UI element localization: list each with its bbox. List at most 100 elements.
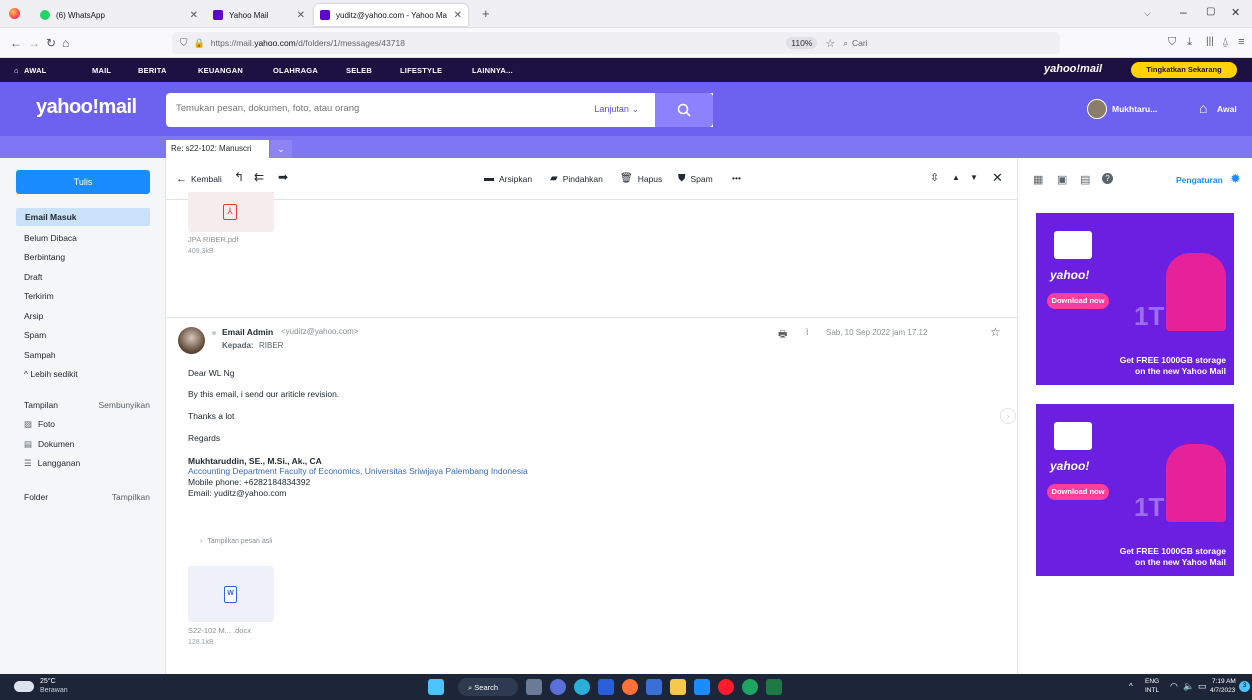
yahoo-mail-logo[interactable]: yahoo!mail (36, 96, 137, 119)
battery-icon[interactable]: ▭ (1198, 681, 1207, 692)
sidebar-item-photos[interactable]: ▨ Foto (16, 415, 150, 433)
wifi-icon[interactable]: ◠ (1170, 681, 1178, 692)
address-bar[interactable]: ⛉ 🔒 https://mail. yahoo.com/d/folders/1/m… (172, 32, 1060, 54)
help-icon[interactable]: ? (1102, 173, 1113, 184)
mail-app-icon[interactable] (694, 679, 710, 695)
nav-item-mail[interactable]: MAIL (92, 66, 111, 75)
recipient[interactable]: RIBER (259, 341, 283, 350)
user-name[interactable]: Mukhtaru... (1112, 104, 1157, 114)
show-original-link[interactable]: › Tampilkan pesan asli (200, 538, 272, 545)
store-icon[interactable] (646, 679, 662, 695)
hide-views-link[interactable]: Sembunyikan (98, 396, 150, 414)
restore-button[interactable]: ▢ (1206, 6, 1215, 17)
list-tabs-icon[interactable]: ⌵ (1144, 8, 1151, 19)
compose-button[interactable]: Tulis (16, 170, 150, 194)
language-line-1[interactable]: ENG (1145, 678, 1159, 685)
nav-item-keuangan[interactable]: KEUANGAN (198, 66, 243, 75)
reload-icon[interactable]: ↻ (46, 36, 56, 50)
show-less-link[interactable]: ^ Lebih sedikit (16, 365, 150, 383)
avatar[interactable] (1087, 99, 1107, 119)
sidebar-item-documents[interactable]: ▤ Dokumen (16, 435, 150, 453)
nav-item-seleb[interactable]: SELEB (346, 66, 372, 75)
edge-icon[interactable] (574, 679, 590, 695)
file-explorer-icon[interactable] (670, 679, 686, 695)
pocket-icon[interactable]: ⛉ (1168, 36, 1176, 49)
attachment-card-docx[interactable]: W (188, 566, 274, 622)
settings-link[interactable]: Pengaturan (1176, 175, 1223, 185)
word-icon[interactable] (598, 679, 614, 695)
task-view-icon[interactable] (526, 679, 542, 695)
move-button[interactable]: ▰ Pindahkan (550, 173, 603, 184)
ad-download-button[interactable]: Download now (1047, 293, 1109, 309)
home-link[interactable]: Awal (1217, 104, 1237, 114)
reply-all-button[interactable]: ⇇ (254, 170, 264, 184)
sidebar-item-draft[interactable]: Draft (16, 268, 150, 286)
zoom-level[interactable]: 110% (786, 37, 818, 49)
chrome-icon[interactable] (742, 679, 758, 695)
home-icon[interactable]: ⌂ (14, 66, 19, 75)
contacts-icon[interactable]: ▦ (1033, 173, 1043, 186)
chevron-up-icon[interactable]: ^ (1129, 682, 1133, 691)
meet-icon[interactable] (550, 679, 566, 695)
library-icon[interactable]: ||| (1206, 36, 1214, 47)
attachment-card-pdf[interactable]: ⅄ (188, 192, 274, 232)
language-line-2[interactable]: INTL (1145, 687, 1159, 694)
new-tab-button[interactable]: + (482, 6, 490, 21)
nav-item-berita[interactable]: BERITA (138, 66, 167, 75)
clock-date[interactable]: 4/7/2023 (1210, 687, 1235, 694)
print-icon[interactable]: 🖶 (778, 327, 787, 344)
bookmark-star-icon[interactable]: ☆ (825, 37, 835, 50)
sidebar-item-spam[interactable]: Spam (16, 326, 150, 344)
archive-button[interactable]: ▬ Arsipkan (484, 173, 532, 184)
more-button[interactable]: ••• (732, 173, 741, 183)
reply-button[interactable]: ↰ (234, 170, 244, 184)
clock-time[interactable]: 7:19 AM (1212, 678, 1236, 685)
sidebar-item-archive[interactable]: Arsip (16, 307, 150, 325)
back-arrow-icon[interactable]: ← (10, 36, 22, 50)
calendar-icon[interactable]: ▣ (1057, 173, 1067, 186)
forward-arrow-icon[interactable]: → (28, 36, 40, 50)
notification-badge[interactable]: 3 (1239, 681, 1250, 692)
weather-icon[interactable] (14, 681, 34, 692)
close-icon[interactable]: ✕ (297, 10, 305, 21)
sidebar-item-unread[interactable]: Belum Dibaca (16, 229, 150, 247)
home-icon[interactable]: ⌂ (62, 36, 69, 50)
advertisement[interactable]: yahoo! Download now 1TB Get FREE 1000GB … (1036, 213, 1234, 385)
home-icon[interactable]: ⌂ (1199, 100, 1207, 116)
back-button[interactable]: ← Kembali (176, 173, 222, 185)
minimize-button[interactable]: – (1180, 5, 1187, 19)
search-button[interactable] (655, 93, 713, 127)
opera-icon[interactable] (718, 679, 734, 695)
ad-download-button[interactable]: Download now (1047, 484, 1109, 500)
sidebar-item-starred[interactable]: Berbintang (16, 248, 150, 266)
close-icon[interactable]: ✕ (992, 170, 1003, 186)
sender-name[interactable]: Email Admin (222, 327, 273, 337)
forward-button[interactable]: ➡ (278, 170, 288, 184)
shield-icon[interactable]: ⛉ (180, 38, 188, 49)
sidebar-item-inbox[interactable]: Email Masuk (16, 208, 150, 226)
browser-search-input[interactable]: Cari (852, 38, 1052, 48)
delete-button[interactable]: 🗑 Hapus (620, 173, 662, 184)
show-folders-link[interactable]: Tampilkan (112, 488, 150, 506)
notepad-icon[interactable]: ▤ (1080, 173, 1090, 186)
tab-whatsapp[interactable]: (6) WhatsApp ✕ (34, 4, 204, 26)
lock-icon[interactable]: 🔒 (194, 38, 205, 49)
close-icon[interactable]: ✕ (454, 10, 462, 21)
advertisement[interactable]: yahoo! Download now 1TB Get FREE 1000GB … (1036, 404, 1234, 576)
gear-icon[interactable]: ✹ (1230, 171, 1241, 187)
taskbar-search[interactable]: ⌕ Search (458, 678, 518, 696)
nav-item-lainnya[interactable]: LAINNYA... (472, 66, 513, 75)
open-message-tab[interactable]: Re: s22-102: Manuscri (166, 140, 269, 158)
download-icon[interactable]: ⤓ (1187, 36, 1192, 49)
tab-yahoo-message[interactable]: yuditz@yahoo.com - Yahoo Ma ✕ (314, 4, 468, 26)
chevron-down-icon[interactable]: ⌄ (270, 140, 292, 158)
windows-start-icon[interactable] (428, 679, 444, 695)
advanced-search-button[interactable]: Lanjutan ⌄ (594, 104, 639, 115)
close-icon[interactable]: ✕ (190, 10, 198, 21)
nav-item-awal[interactable]: AWAL (24, 66, 46, 75)
nav-item-lifestyle[interactable]: LIFESTYLE (400, 66, 442, 75)
next-message-icon[interactable]: ▼ (970, 173, 978, 182)
spam-button[interactable]: ⛊ Spam (678, 173, 713, 184)
sender-avatar[interactable] (178, 327, 205, 354)
sidebar-item-subscriptions[interactable]: ☰ Langganan (16, 454, 150, 472)
